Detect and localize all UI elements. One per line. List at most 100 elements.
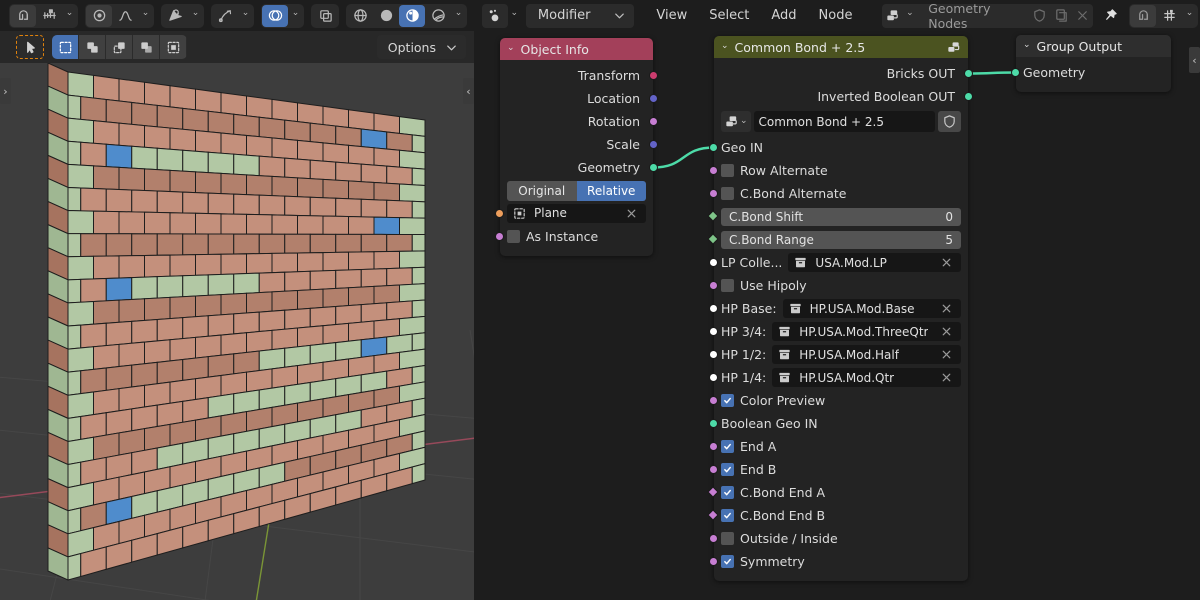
node-socket[interactable] <box>709 166 718 175</box>
falloff-curve-icon[interactable] <box>112 5 138 27</box>
input-checkbox[interactable] <box>721 532 734 545</box>
datablock-chevron[interactable] <box>904 5 917 27</box>
node-socket[interactable] <box>649 140 658 149</box>
node-object-info[interactable]: ⌄ Object Info Transform Location Rotatio… <box>495 38 658 256</box>
node-socket[interactable] <box>709 258 718 267</box>
input-checkbox[interactable] <box>721 394 734 407</box>
menu-add[interactable]: Add <box>760 4 807 28</box>
editor-type-chevron[interactable] <box>508 5 521 27</box>
node-input-row[interactable]: C.Bond Alternate <box>709 182 968 205</box>
node-input-row[interactable]: C.Bond Range 5 <box>707 228 968 251</box>
select-box-icon[interactable] <box>52 35 79 59</box>
node-socket[interactable] <box>964 69 973 78</box>
shading-material-icon[interactable] <box>399 4 425 27</box>
node-header[interactable]: ⌄ Group Output <box>1016 35 1171 57</box>
snap-magnet-icon[interactable] <box>1130 4 1157 27</box>
node-socket[interactable] <box>649 117 658 126</box>
node-group-datablock[interactable]: Geometry Nodes <box>882 1 1093 31</box>
node-input-row[interactable]: C.Bond Shift 0 <box>707 205 968 228</box>
input-idblock-field[interactable]: HP.USA.Mod.Half <box>772 345 961 364</box>
fake-user-icon[interactable] <box>1029 4 1050 28</box>
overlays-group-chevron[interactable] <box>288 5 303 27</box>
as-instance-row[interactable]: As Instance <box>495 225 653 248</box>
snap-increment-icon[interactable] <box>36 5 62 27</box>
chevron-down-icon[interactable]: ⌄ <box>721 41 729 51</box>
unlink-icon[interactable] <box>1072 4 1093 28</box>
snap-target-icon[interactable] <box>1156 5 1182 27</box>
snap-group-chevron[interactable] <box>62 5 77 27</box>
overlays-icon[interactable] <box>262 4 288 27</box>
viewport-scene[interactable] <box>0 0 474 600</box>
chevron-down-icon[interactable]: ⌄ <box>507 43 515 53</box>
xray-icon[interactable] <box>312 5 338 27</box>
input-value-field[interactable]: C.Bond Shift 0 <box>721 207 961 226</box>
node-socket[interactable] <box>709 143 718 152</box>
node-socket[interactable] <box>709 557 718 566</box>
node-input-row[interactable]: End B <box>709 458 968 481</box>
node-socket[interactable] <box>709 419 718 428</box>
viewport-tool-settings[interactable]: Options <box>0 31 474 63</box>
gizmo-group-chevron[interactable] <box>238 5 253 27</box>
editor-type-button[interactable] <box>482 3 508 28</box>
gizmo-group[interactable] <box>211 3 254 28</box>
node-socket[interactable] <box>649 71 658 80</box>
visibility-selectability-icon[interactable] <box>162 5 188 27</box>
node-group-selector-row[interactable]: ⌄ Common Bond + 2.5 <box>714 108 968 136</box>
visibility-group-chevron[interactable] <box>188 5 203 27</box>
node-input-row[interactable]: HP Base: HP.USA.Mod.Base <box>709 297 968 320</box>
input-idblock-clear[interactable] <box>939 301 956 316</box>
select-mode-group[interactable] <box>52 35 187 59</box>
input-idblock-clear[interactable] <box>939 347 956 362</box>
menu-view[interactable]: View <box>645 4 698 28</box>
node-socket[interactable] <box>707 210 719 222</box>
geometry-node-editor[interactable]: Modifier ViewSelectAddNode Geometry Node… <box>476 0 1200 600</box>
3d-viewport[interactable]: Options › ‹ <box>0 0 474 600</box>
object-field-clear[interactable] <box>624 206 641 221</box>
viewport-sidebar-left-toggle[interactable]: › <box>0 78 11 104</box>
node-header[interactable]: ⌄ Object Info <box>500 38 653 60</box>
node-group-output[interactable]: ⌄ Group Output Geometry <box>1011 35 1171 92</box>
nodetree-icon[interactable] <box>882 4 903 28</box>
visibility-group[interactable] <box>161 3 204 28</box>
node-socket[interactable] <box>709 350 718 359</box>
overlays-group[interactable] <box>261 3 304 28</box>
proportional-group-chevron[interactable] <box>138 5 153 27</box>
node-socket[interactable] <box>709 281 718 290</box>
transform-space-toggle-group[interactable]: Original Relative <box>500 179 653 201</box>
object-field-row[interactable]: Plane <box>495 201 653 225</box>
input-checkbox[interactable] <box>721 164 734 177</box>
input-idblock-clear[interactable] <box>939 255 956 270</box>
gizmo-icon[interactable] <box>212 5 238 27</box>
input-idblock-field[interactable]: HP.USA.Mod.Qtr <box>772 368 961 387</box>
input-checkbox[interactable] <box>721 555 734 568</box>
as-instance-checkbox[interactable] <box>507 230 520 243</box>
shading-solid-icon[interactable] <box>373 5 399 27</box>
mode-dropdown[interactable]: Modifier <box>525 3 635 28</box>
select-extend-icon[interactable] <box>79 35 106 59</box>
menu-select[interactable]: Select <box>698 4 760 28</box>
node-input-row[interactable]: C.Bond End B <box>707 504 968 527</box>
node-snap-group[interactable] <box>1129 3 1199 28</box>
duplicate-node-icon[interactable] <box>946 40 961 55</box>
new-datablock-icon[interactable] <box>1051 4 1072 28</box>
node-socket[interactable] <box>709 304 718 313</box>
node-input-row[interactable]: HP 1/4: HP.USA.Mod.Qtr <box>709 366 968 389</box>
node-editor-sidebar-toggle[interactable]: ‹ <box>1189 47 1200 73</box>
node-socket[interactable] <box>709 327 718 336</box>
proportional-edit-icon[interactable] <box>86 4 112 27</box>
node-socket[interactable] <box>709 442 718 451</box>
node-input-row[interactable]: HP 1/2: HP.USA.Mod.Half <box>709 343 968 366</box>
input-checkbox[interactable] <box>721 279 734 292</box>
node-input-row[interactable]: End A <box>709 435 968 458</box>
node-socket[interactable] <box>495 209 504 218</box>
input-checkbox[interactable] <box>721 187 734 200</box>
node-socket[interactable] <box>964 92 973 101</box>
pin-icon[interactable] <box>1100 5 1122 27</box>
input-checkbox[interactable] <box>721 486 734 499</box>
viewport-sidebar-right-toggle[interactable]: ‹ <box>463 78 474 104</box>
options-button[interactable]: Options <box>376 35 466 59</box>
shading-group[interactable] <box>346 3 467 28</box>
input-idblock-field[interactable]: HP.USA.Mod.Base <box>782 299 961 318</box>
node-input-row[interactable]: Color Preview <box>709 389 968 412</box>
node-socket[interactable] <box>709 373 718 382</box>
